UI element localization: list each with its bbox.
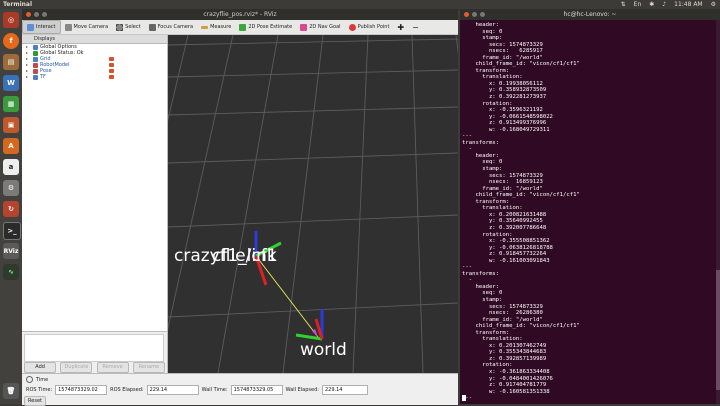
clock-icon xyxy=(26,376,33,383)
ros-time-field[interactable]: 1574873329.02 xyxy=(55,385,108,395)
software-icon[interactable]: A xyxy=(3,138,19,154)
display-enabled-checkbox[interactable] xyxy=(109,69,114,73)
rviz-title-bar[interactable]: crazyflie_pos.rviz* - RViz xyxy=(22,9,458,20)
grid xyxy=(168,35,458,373)
tool-remove[interactable]: − xyxy=(408,21,423,33)
focus-camera-icon xyxy=(148,23,156,31)
rviz-title: crazyflie_pos.rviz* - RViz xyxy=(203,11,277,18)
rviz-window: crazyflie_pos.rviz* - RViz Interact Move… xyxy=(22,9,458,406)
amazon-icon[interactable]: a xyxy=(3,159,19,175)
rviz-toolbar: Interact Move Camera Select Focus Camera… xyxy=(22,20,458,35)
tool-2d-pose-estimate[interactable]: 2D Pose Estimate xyxy=(235,21,296,33)
tool-interact[interactable]: Interact xyxy=(22,20,61,34)
terminal-window: hc@hc-Lenovo: ~ header: seq: 0 stamp: se… xyxy=(460,9,720,404)
tool-select[interactable]: Select xyxy=(112,21,144,33)
displays-properties: Add Duplicate Remove Rename xyxy=(22,331,167,374)
files-icon[interactable]: ▤ xyxy=(3,54,19,70)
terminal-output[interactable]: header: seq: 0 stamp: secs: 1574873329 n… xyxy=(460,22,714,404)
tf-link-line xyxy=(255,255,319,338)
pose-arrow-icon xyxy=(239,23,247,31)
impress-icon[interactable]: ▣ xyxy=(3,117,19,133)
expand-arrow-icon[interactable]: ▸ xyxy=(26,74,31,80)
ros-elapsed-field[interactable]: 229.14 xyxy=(146,385,199,395)
close-icon[interactable] xyxy=(464,12,469,17)
settings-icon[interactable]: ⚙ xyxy=(3,180,19,196)
add-button[interactable]: Add xyxy=(24,362,57,373)
rename-button[interactable]: Rename xyxy=(132,362,165,373)
display-type-icon xyxy=(33,44,38,50)
display-type-icon xyxy=(33,62,38,68)
display-enabled-checkbox[interactable] xyxy=(109,75,114,79)
display-item-label: TF xyxy=(40,74,46,80)
select-icon xyxy=(116,23,124,31)
active-app-title: Terminal xyxy=(3,1,33,8)
update-icon[interactable]: ↻ xyxy=(3,201,19,217)
world-y-axis xyxy=(295,333,323,341)
scene-svg[interactable]: crazyflie/cf1 cf1_link world xyxy=(168,35,458,373)
move-camera-icon xyxy=(64,23,72,31)
firefox-icon[interactable]: f xyxy=(3,33,19,49)
terminal-cursor xyxy=(462,395,466,401)
display-enabled-checkbox[interactable] xyxy=(109,63,114,67)
point-icon xyxy=(348,23,356,31)
scrollbar-thumb[interactable] xyxy=(716,270,720,390)
tool-focus-camera[interactable]: Focus Camera xyxy=(145,21,198,33)
terminal-scrollbar[interactable] xyxy=(716,20,720,404)
dash-icon[interactable]: ◎ xyxy=(3,12,19,28)
minus-icon: − xyxy=(412,22,419,32)
tool-move-camera[interactable]: Move Camera xyxy=(61,21,113,33)
tool-add[interactable]: ✚ xyxy=(393,21,408,33)
3d-viewport[interactable]: crazyflie/cf1 cf1_link world xyxy=(168,35,458,373)
maximize-icon[interactable] xyxy=(480,12,485,17)
wall-elapsed-field[interactable]: 229.14 xyxy=(321,385,368,395)
bluetooth-icon[interactable]: ✱ xyxy=(649,0,654,9)
remove-button[interactable]: Remove xyxy=(96,362,129,373)
time-fields: ROS Time: 1574873329.02 ROS Elapsed: 229… xyxy=(26,385,368,395)
rviz-icon[interactable]: RViz xyxy=(3,243,19,259)
plus-icon: ✚ xyxy=(397,22,405,32)
network-icon[interactable]: ⇅ xyxy=(621,0,626,9)
top-panel: Terminal ⇅ En ✱ ♪ 11:48 AM ⚙ xyxy=(0,0,720,9)
display-type-icon xyxy=(33,68,38,74)
wall-time-field[interactable]: 1574873329.05 xyxy=(230,385,283,395)
clock[interactable]: 11:48 AM xyxy=(674,0,702,9)
display-item[interactable]: ▸ TF xyxy=(22,74,167,80)
keyboard-icon[interactable]: En xyxy=(634,0,642,9)
ruler-icon xyxy=(201,25,209,29)
interact-icon xyxy=(27,23,34,31)
tool-2d-nav-goal[interactable]: 2D Nav Goal xyxy=(296,21,344,33)
nav-arrow-icon xyxy=(300,23,308,31)
time-panel: Time ROS Time: 1574873329.02 ROS Elapsed… xyxy=(22,373,458,406)
frame-label-cf1-link: cf1_link xyxy=(212,246,277,266)
tool-publish-point[interactable]: Publish Point xyxy=(345,21,394,33)
reset-button[interactable]: Reset xyxy=(24,396,46,406)
display-enabled-checkbox[interactable] xyxy=(109,57,114,61)
tool-measure[interactable]: Measure xyxy=(197,21,235,33)
properties-area xyxy=(24,334,164,362)
trash-icon[interactable]: 🗑 xyxy=(3,383,19,399)
terminal-title-bar[interactable]: hc@hc-Lenovo: ~ xyxy=(460,9,720,20)
display-type-icon xyxy=(33,56,38,62)
frame-label-world: world xyxy=(300,340,347,360)
display-list: ▸ Global Options ▸ Global Status: Ok ▸ Grid ▸ R… xyxy=(22,44,167,80)
writer-icon[interactable]: W xyxy=(3,75,19,91)
time-panel-header: Time xyxy=(26,376,48,383)
display-type-icon xyxy=(33,74,38,80)
terminal-title: hc@hc-Lenovo: ~ xyxy=(563,11,617,18)
system-monitor-icon[interactable]: ∿ xyxy=(3,264,19,280)
volume-icon[interactable]: ♪ xyxy=(662,0,666,9)
launcher: ◎ f ▤ W ▦ ▣ A a ⚙ ↻ >_ RViz ∿ 🗑 xyxy=(0,9,22,404)
terminal-icon[interactable]: >_ xyxy=(3,222,21,240)
duplicate-button[interactable]: Duplicate xyxy=(60,362,93,373)
displays-header: Displays xyxy=(22,35,167,44)
display-type-icon xyxy=(33,50,38,56)
calc-icon[interactable]: ▦ xyxy=(3,96,19,112)
minimize-icon[interactable] xyxy=(472,12,477,17)
displays-panel: Displays ▸ Global Options ▸ Global Status: … xyxy=(22,35,168,374)
gear-icon[interactable]: ⚙ xyxy=(711,0,716,9)
